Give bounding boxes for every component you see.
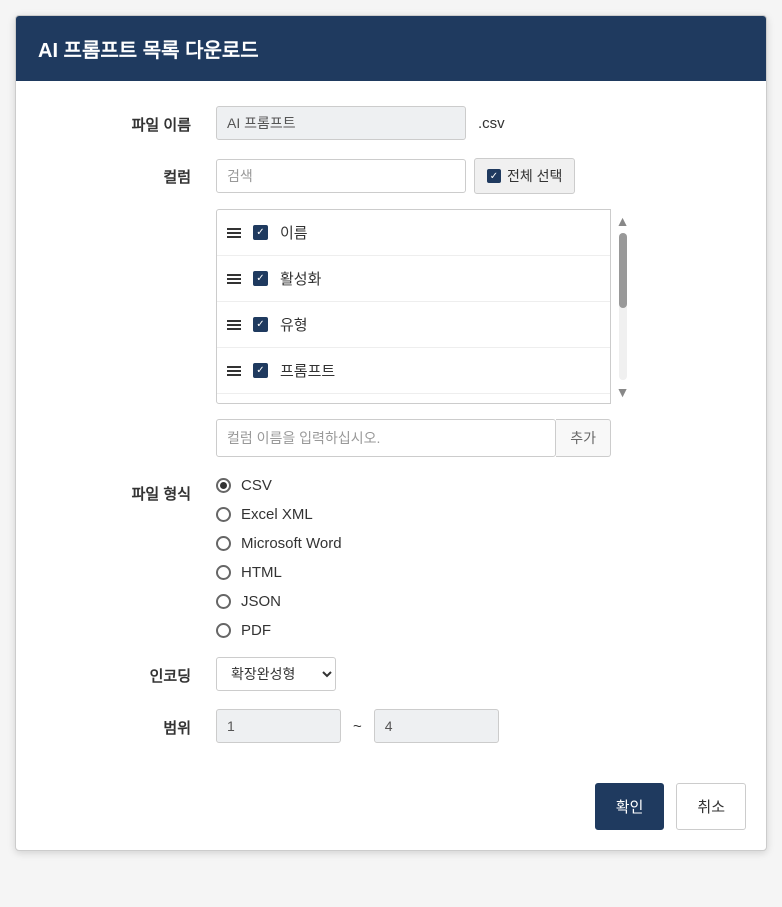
check-icon: ✓ (487, 169, 501, 183)
drag-handle-icon[interactable] (227, 274, 241, 284)
range-separator: ~ (353, 718, 362, 735)
cancel-button[interactable]: 취소 (676, 783, 746, 830)
radio-html[interactable]: HTML (216, 564, 736, 581)
scrollbar[interactable]: ▲ ▼ (611, 209, 634, 404)
radio-label: CSV (241, 477, 272, 494)
scroll-track[interactable] (619, 233, 627, 380)
filename-extension: .csv (478, 115, 505, 132)
columns-label: 컬럼 (46, 158, 216, 457)
drag-handle-icon[interactable] (227, 320, 241, 330)
modal-title: AI 프롬프트 목록 다운로드 (16, 16, 766, 81)
filename-input[interactable] (216, 106, 466, 140)
radio-icon (216, 536, 231, 551)
fileformat-label: 파일 형식 (46, 475, 216, 639)
radio-label: HTML (241, 564, 282, 581)
select-all-label: 전체 선택 (507, 166, 562, 186)
column-item[interactable]: ✓ 유형 (217, 302, 610, 348)
range-to-input[interactable] (374, 709, 499, 743)
column-checkbox[interactable]: ✓ (253, 317, 268, 332)
radio-word[interactable]: Microsoft Word (216, 535, 736, 552)
column-item[interactable]: ✓ 활성화 (217, 256, 610, 302)
scroll-down-icon[interactable]: ▼ (616, 384, 630, 400)
column-label: 유형 (280, 314, 308, 335)
range-from-input[interactable] (216, 709, 341, 743)
encoding-row: 인코딩 확장완성형 (46, 657, 736, 691)
radio-label: PDF (241, 622, 271, 639)
columns-search-input[interactable] (216, 159, 466, 193)
radio-json[interactable]: JSON (216, 593, 736, 610)
fileformat-row: 파일 형식 CSV Excel XML Microsoft Word (46, 475, 736, 639)
columns-list[interactable]: ✓ 이름 ✓ 활성화 ✓ 유형 (216, 209, 611, 404)
column-checkbox[interactable]: ✓ (253, 271, 268, 286)
column-label: 활성화 (280, 268, 321, 289)
column-item[interactable]: ✓ 토큰 개수 (217, 394, 610, 404)
scroll-up-icon[interactable]: ▲ (616, 213, 630, 229)
radio-icon (216, 507, 231, 522)
modal-footer: 확인 취소 (16, 768, 766, 850)
range-label: 범위 (46, 709, 216, 743)
column-label: 프롬프트 (280, 360, 335, 381)
radio-label: JSON (241, 593, 281, 610)
select-all-button[interactable]: ✓ 전체 선택 (474, 158, 575, 194)
radio-icon (216, 565, 231, 580)
column-label: 이름 (280, 222, 308, 243)
drag-handle-icon[interactable] (227, 366, 241, 376)
radio-icon (216, 623, 231, 638)
encoding-select[interactable]: 확장완성형 (216, 657, 336, 691)
radio-csv[interactable]: CSV (216, 477, 736, 494)
radio-excel-xml[interactable]: Excel XML (216, 506, 736, 523)
confirm-button[interactable]: 확인 (595, 783, 665, 830)
radio-icon (216, 478, 231, 493)
download-modal: AI 프롬프트 목록 다운로드 파일 이름 .csv 컬럼 ✓ 전체 선 (15, 15, 767, 851)
modal-body: 파일 이름 .csv 컬럼 ✓ 전체 선택 (16, 81, 766, 768)
columns-row: 컬럼 ✓ 전체 선택 ✓ 이름 (46, 158, 736, 457)
filename-label: 파일 이름 (46, 106, 216, 140)
radio-label: Microsoft Word (241, 535, 342, 552)
column-checkbox[interactable]: ✓ (253, 225, 268, 240)
scroll-thumb[interactable] (619, 233, 627, 308)
encoding-label: 인코딩 (46, 657, 216, 691)
column-item[interactable]: ✓ 이름 (217, 210, 610, 256)
add-column-input[interactable] (216, 419, 556, 457)
filename-row: 파일 이름 .csv (46, 106, 736, 140)
add-column-button[interactable]: 추가 (556, 419, 611, 457)
column-checkbox[interactable]: ✓ (253, 363, 268, 378)
radio-icon (216, 594, 231, 609)
radio-pdf[interactable]: PDF (216, 622, 736, 639)
radio-label: Excel XML (241, 506, 313, 523)
drag-handle-icon[interactable] (227, 228, 241, 238)
column-item[interactable]: ✓ 프롬프트 (217, 348, 610, 394)
range-row: 범위 ~ (46, 709, 736, 743)
